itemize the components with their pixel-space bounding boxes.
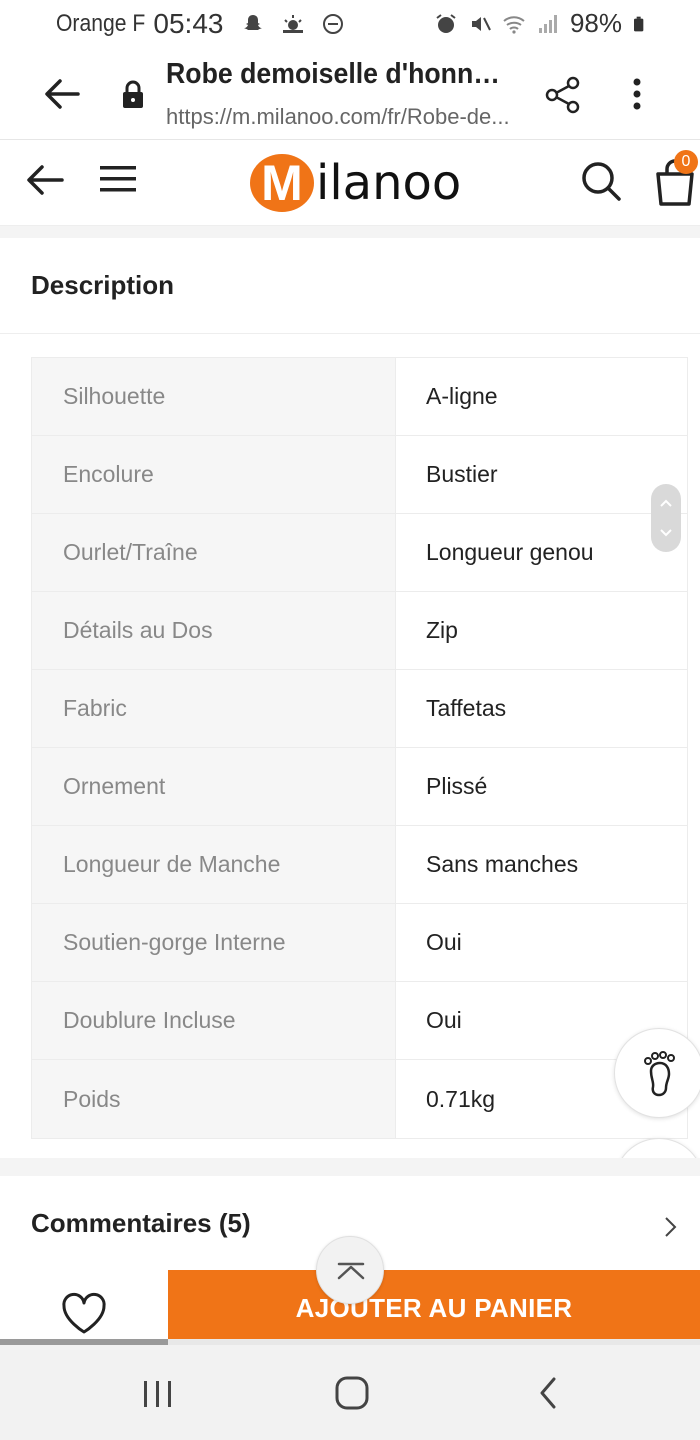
- heart-icon[interactable]: [60, 1292, 108, 1336]
- browsing-history-button[interactable]: [614, 1028, 700, 1118]
- battery-level: 98%: [569, 8, 622, 38]
- spec-table: Silhouette A-ligne Encolure Bustier Ourlet/T…: [31, 357, 688, 1139]
- status-icons-left: [241, 12, 345, 36]
- do-not-disturb-icon: [323, 14, 344, 34]
- clock: 05:43: [153, 8, 224, 39]
- battery-icon: [634, 16, 644, 31]
- lock-icon: [123, 80, 143, 108]
- section-divider: [0, 1158, 700, 1176]
- scroll-arrows-icon: [660, 499, 672, 537]
- milanoo-logo[interactable]: M ilanoo: [250, 152, 461, 214]
- share-icon[interactable]: [544, 76, 582, 114]
- logo-initial: M: [250, 154, 314, 212]
- logo-text: ilanoo: [316, 155, 462, 211]
- recent-apps-icon[interactable]: [140, 1379, 176, 1409]
- spec-value: Taffetas: [396, 670, 687, 747]
- section-divider: [0, 226, 700, 238]
- spec-value: Zip: [396, 592, 687, 669]
- status-left: Orange F 05:43: [56, 8, 345, 40]
- spec-row: Détails au Dos Zip: [32, 592, 687, 670]
- spec-value: Longueur genou: [396, 514, 687, 591]
- signal-icon: [538, 14, 557, 33]
- add-to-cart-button[interactable]: AJOUTER AU PANIER: [168, 1270, 700, 1346]
- spec-value: Oui: [396, 904, 687, 981]
- overflow-menu-icon[interactable]: [624, 74, 650, 114]
- spec-key: Longueur de Manche: [32, 826, 396, 903]
- spec-value: A-ligne: [396, 358, 687, 435]
- scroll-thumb[interactable]: [651, 484, 681, 552]
- snapchat-ghost-icon: [244, 15, 263, 30]
- spec-row: Ornement Plissé: [32, 748, 687, 826]
- mute-icon: [471, 16, 491, 31]
- spec-value: Sans manches: [396, 826, 687, 903]
- spec-row: Longueur de Manche Sans manches: [32, 826, 687, 904]
- wifi-icon: [503, 15, 525, 34]
- spec-key: Détails au Dos: [32, 592, 396, 669]
- cart-count-badge: 0: [674, 150, 698, 174]
- chevron-right-icon: [665, 1217, 677, 1237]
- status-right: 98%: [434, 8, 648, 39]
- spec-key: Poids: [32, 1060, 396, 1138]
- status-bar: Orange F 05:43 98%: [0, 0, 700, 50]
- spec-row: Fabric Taffetas: [32, 670, 687, 748]
- browser-address-bar: Robe demoiselle d'honneu... https://m.mi…: [0, 50, 700, 140]
- carrier-name: Orange F: [56, 10, 146, 37]
- spec-row: Silhouette A-ligne: [32, 358, 687, 436]
- alarm-icon: [436, 13, 456, 33]
- collapse-toolbar-button[interactable]: [316, 1236, 384, 1304]
- hamburger-menu-icon[interactable]: [98, 160, 138, 198]
- search-icon[interactable]: [578, 158, 624, 204]
- collapse-up-icon: [337, 1262, 365, 1280]
- home-icon[interactable]: [334, 1375, 370, 1411]
- browser-back-icon[interactable]: [42, 76, 82, 112]
- spec-key: Silhouette: [32, 358, 396, 435]
- spec-value: Plissé: [396, 748, 687, 825]
- description-header[interactable]: Description: [0, 238, 700, 334]
- description-title: Description: [31, 270, 175, 300]
- android-navigation-bar: [0, 1345, 700, 1440]
- back-icon[interactable]: [536, 1375, 560, 1411]
- site-header: M ilanoo: [0, 140, 700, 226]
- spec-row: Encolure Bustier: [32, 436, 687, 514]
- spec-key: Doublure Incluse: [32, 982, 396, 1059]
- footprint-icon: [644, 1051, 675, 1097]
- spec-key: Fabric: [32, 670, 396, 747]
- weather-icon: [283, 15, 304, 33]
- spec-key: Ourlet/Traîne: [32, 514, 396, 591]
- browser-page-title: Robe demoiselle d'honneu...: [166, 58, 507, 90]
- spec-key: Encolure: [32, 436, 396, 513]
- browser-url[interactable]: https://m.milanoo.com/fr/Robe-de...: [166, 104, 536, 130]
- spec-row: Soutien-gorge Interne Oui: [32, 904, 687, 982]
- spec-row: Doublure Incluse Oui: [32, 982, 687, 1060]
- spec-row: Ourlet/Traîne Longueur genou: [32, 514, 687, 592]
- spec-row: Poids 0.71kg: [32, 1060, 687, 1138]
- spec-key: Soutien-gorge Interne: [32, 904, 396, 981]
- spec-key: Ornement: [32, 748, 396, 825]
- site-back-icon[interactable]: [24, 160, 66, 200]
- spec-value: Bustier: [396, 436, 687, 513]
- comments-title: Commentaires (5): [31, 1208, 251, 1238]
